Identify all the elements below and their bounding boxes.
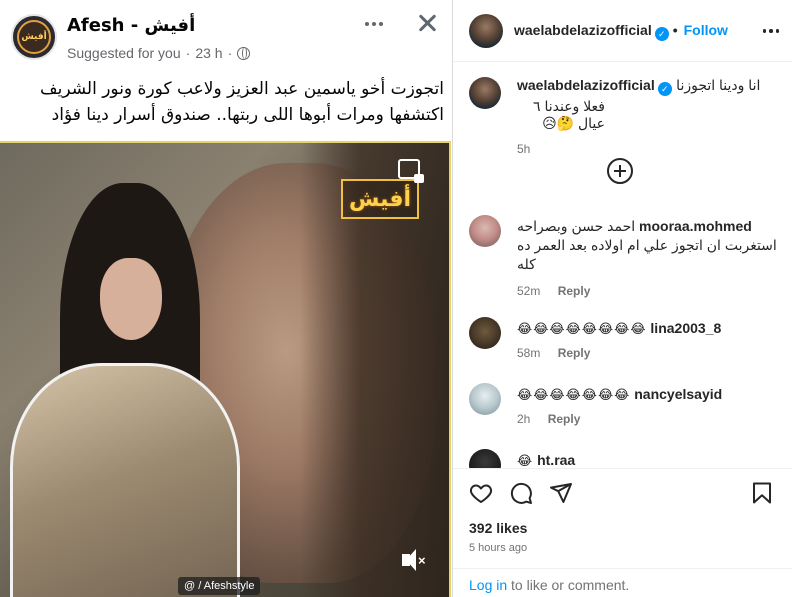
comment-username[interactable]: mooraa.mohmed (639, 218, 752, 234)
image-foreground-figure (0, 183, 250, 597)
page-logo: أفيش (17, 20, 51, 54)
post-meta: Suggested for you · 23 h · (67, 45, 251, 61)
heart-icon[interactable] (469, 481, 493, 505)
reply-button[interactable]: Reply (558, 346, 591, 360)
dot-icon (365, 22, 369, 26)
comment-text: 😂😂😂😂😂😂😂 (517, 387, 631, 402)
suggested-label: Suggested for you (67, 45, 181, 61)
comment-time[interactable]: 2h (517, 412, 530, 426)
posted-time[interactable]: 5 hours ago (469, 542, 527, 554)
mute-icon[interactable]: × (400, 547, 430, 573)
comment-meta: 2h Reply (517, 412, 781, 426)
avatar[interactable] (469, 77, 501, 109)
login-link[interactable]: Log in (469, 577, 507, 593)
more-options-icon[interactable] (760, 20, 782, 42)
post-time[interactable]: 23 h (195, 45, 222, 61)
screenshot-root: أفيش Afesh - أفيش Suggested for you · 23… (0, 0, 792, 597)
instagram-panel: waelabdelazizofficial ✓ • Follow waelabdela… (452, 0, 792, 597)
share-icon[interactable] (549, 481, 573, 505)
expand-icon[interactable] (398, 159, 424, 183)
page-name[interactable]: Afesh - أفيش (67, 15, 195, 36)
caption-meta: 5h (517, 142, 781, 156)
dot-icon (379, 22, 383, 26)
comment-text: 😂😂😂😂😂😂😂😂 (517, 321, 647, 336)
comment-meta: 52m Reply (517, 284, 781, 298)
login-prompt: Log in to like or comment. (453, 568, 792, 597)
action-bar (453, 468, 792, 514)
ig-post-header: waelabdelazizofficial ✓ • Follow (453, 0, 792, 62)
save-icon[interactable] (750, 481, 774, 505)
comment-icon[interactable] (509, 481, 533, 505)
separator-dot: • (672, 22, 678, 38)
verified-badge-icon: ✓ (654, 27, 669, 41)
page-avatar[interactable]: أفيش (11, 14, 57, 60)
reply-button[interactable]: Reply (558, 284, 591, 298)
likes-count[interactable]: 392 likes (469, 520, 527, 536)
image-handle-bar: @ / Afeshstyle (178, 577, 261, 595)
comment-time[interactable]: 58m (517, 346, 540, 360)
comment-meta: 58m Reply (517, 346, 781, 360)
brand-watermark: أفيش (341, 179, 419, 219)
close-icon[interactable] (413, 10, 441, 38)
post-header: أفيش Afesh - أفيش Suggested for you · 23… (0, 0, 452, 70)
post-text-line: اكتشفها ومرات أبوها اللى ربتها.. صندوق أ… (51, 105, 444, 125)
header-user: waelabdelazizofficial ✓ • Follow (514, 22, 728, 41)
avatar[interactable] (469, 449, 501, 468)
comment-text: 😂 (517, 453, 534, 468)
avatar[interactable] (469, 215, 501, 247)
comment-username[interactable]: lina2003_8 (650, 320, 721, 336)
facebook-post: أفيش Afesh - أفيش Suggested for you · 23… (0, 0, 452, 597)
reply-button[interactable]: Reply (548, 412, 581, 426)
post-text-line: اتجوزت أخو ياسمين عبد العزيز ولاعب كورة … (40, 79, 444, 99)
dot-icon (372, 22, 376, 26)
avatar[interactable] (469, 383, 501, 415)
caption-username[interactable]: waelabdelazizofficial (517, 77, 655, 93)
comment-time[interactable]: 52m (517, 284, 540, 298)
comment-username[interactable]: ht.raa (537, 452, 575, 468)
globe-icon (237, 46, 251, 60)
caption-text: انا ودينا اتجوزنا (676, 77, 761, 93)
post-image[interactable]: أفيش × @ / Afeshstyle (0, 141, 451, 597)
avatar[interactable] (469, 14, 503, 48)
follow-button[interactable]: Follow (684, 22, 728, 38)
username-link[interactable]: waelabdelazizofficial (514, 22, 652, 38)
more-options-button[interactable] (360, 10, 388, 38)
comments-list[interactable]: waelabdelazizofficial ✓ انا ودينا اتجوزنا… (453, 63, 792, 468)
caption-time[interactable]: 5h (517, 142, 530, 156)
caption-text: فعلا وعندنا ٦ عيال 🤔😥 (533, 98, 605, 131)
load-more-comments-icon[interactable] (607, 158, 633, 184)
comment-username[interactable]: nancyelsayid (634, 386, 722, 402)
login-prompt-text: to like or comment. (507, 577, 630, 593)
avatar[interactable] (469, 317, 501, 349)
verified-badge-icon: ✓ (657, 82, 672, 96)
post-text: اتجوزت أخو ياسمين عبد العزيز ولاعب كورة … (14, 76, 444, 128)
